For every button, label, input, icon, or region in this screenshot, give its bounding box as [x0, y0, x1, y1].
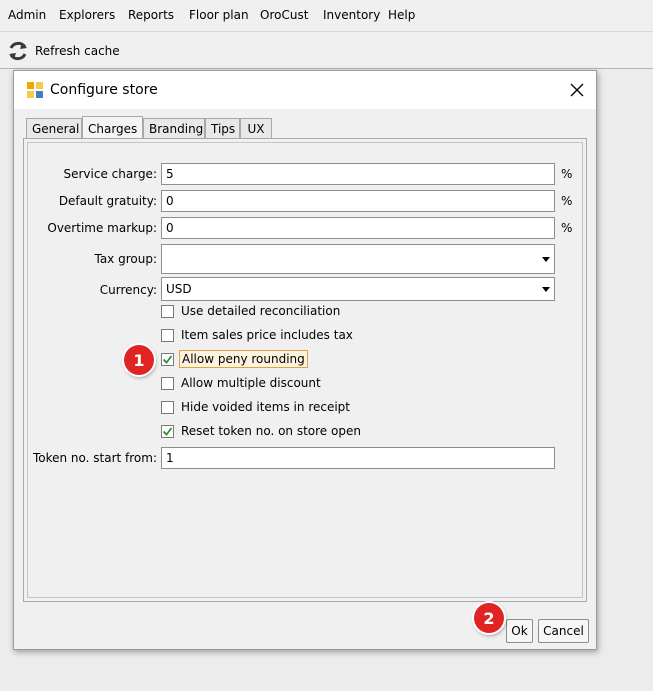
checkbox-peny-rounding[interactable]: Allow peny rounding: [161, 350, 308, 368]
app-icon: [27, 82, 43, 98]
checkbox-multiple-discount[interactable]: Allow multiple discount: [161, 374, 323, 392]
charges-content: Service charge: 5 % Default gratuity: 0 …: [27, 142, 583, 598]
ok-button[interactable]: Ok: [506, 619, 533, 643]
checkbox-box[interactable]: [161, 352, 174, 366]
checkbox-reset-token[interactable]: Reset token no. on store open: [161, 422, 363, 440]
overtime-markup-label: Overtime markup:: [47, 221, 157, 235]
service-charge-unit: %: [561, 167, 573, 181]
checkbox-label: Reset token no. on store open: [181, 424, 361, 438]
currency-dropdown[interactable]: USD: [161, 277, 555, 301]
checkbox-label: Use detailed reconciliation: [181, 304, 341, 318]
chevron-down-icon: [542, 287, 550, 292]
checkbox-label: Allow multiple discount: [181, 376, 321, 390]
close-button[interactable]: [562, 75, 592, 105]
charges-tab-panel: Service charge: 5 % Default gratuity: 0 …: [23, 138, 587, 602]
tab-ux[interactable]: UX: [240, 118, 272, 138]
service-charge-field[interactable]: 5: [161, 163, 555, 185]
menu-admin[interactable]: Admin: [8, 8, 46, 23]
tab-charges[interactable]: Charges: [82, 116, 143, 139]
step-badge-2: 2: [474, 603, 504, 633]
refresh-cache-label: Refresh cache: [35, 44, 120, 58]
refresh-cache-button[interactable]: Refresh cache: [6, 37, 120, 65]
menu-explorers[interactable]: Explorers: [59, 8, 115, 23]
cancel-button[interactable]: Cancel: [538, 619, 589, 643]
menu-reports[interactable]: Reports: [128, 8, 174, 23]
currency-value: USD: [166, 282, 192, 296]
tax-group-dropdown[interactable]: [161, 244, 555, 274]
toolbar: Refresh cache: [0, 31, 653, 70]
default-gratuity-field[interactable]: 0: [161, 190, 555, 212]
chevron-down-icon: [542, 257, 550, 262]
checkbox-box[interactable]: [161, 304, 174, 318]
token-start-label: Token no. start from:: [32, 451, 157, 465]
menu-bar: Admin Explorers Reports Floor plan OroCu…: [0, 0, 653, 31]
checkbox-box[interactable]: [161, 400, 174, 414]
overtime-markup-field[interactable]: 0: [161, 217, 555, 239]
checkbox-label: Allow peny rounding: [179, 350, 308, 368]
close-icon: [570, 83, 584, 97]
dialog-title: Configure store: [50, 82, 158, 98]
checkbox-box[interactable]: [161, 328, 174, 342]
token-start-field[interactable]: 1: [161, 447, 555, 469]
default-gratuity-unit: %: [561, 194, 573, 208]
checkbox-hide-voided-items[interactable]: Hide voided items in receipt: [161, 398, 352, 416]
checkbox-label: Hide voided items in receipt: [181, 400, 351, 414]
overtime-markup-unit: %: [561, 221, 573, 235]
tax-group-label: Tax group:: [94, 252, 157, 266]
checkbox-box[interactable]: [161, 424, 174, 438]
check-icon: [162, 426, 173, 436]
menu-help[interactable]: Help: [388, 8, 415, 23]
default-gratuity-label: Default gratuity:: [58, 194, 157, 208]
checkbox-label: Item sales price includes tax: [181, 328, 353, 342]
menu-floor-plan[interactable]: Floor plan: [189, 8, 249, 23]
tab-tips[interactable]: Tips: [205, 118, 240, 138]
dialog-titlebar: Configure store: [14, 71, 596, 109]
step-badge-1: 1: [124, 345, 154, 375]
refresh-icon: [9, 41, 27, 61]
menu-orocust[interactable]: OroCust: [260, 8, 308, 23]
currency-label: Currency:: [99, 283, 157, 297]
checkbox-detailed-reconciliation[interactable]: Use detailed reconciliation: [161, 302, 342, 320]
check-icon: [162, 354, 173, 364]
service-charge-label: Service charge:: [63, 167, 158, 181]
configure-store-dialog: Configure store General Charges Branding…: [13, 70, 597, 650]
tab-branding[interactable]: Branding: [143, 118, 205, 138]
menu-inventory[interactable]: Inventory: [323, 8, 380, 23]
checkbox-price-includes-tax[interactable]: Item sales price includes tax: [161, 326, 355, 344]
checkbox-box[interactable]: [161, 376, 174, 390]
tab-general[interactable]: General: [26, 118, 82, 138]
